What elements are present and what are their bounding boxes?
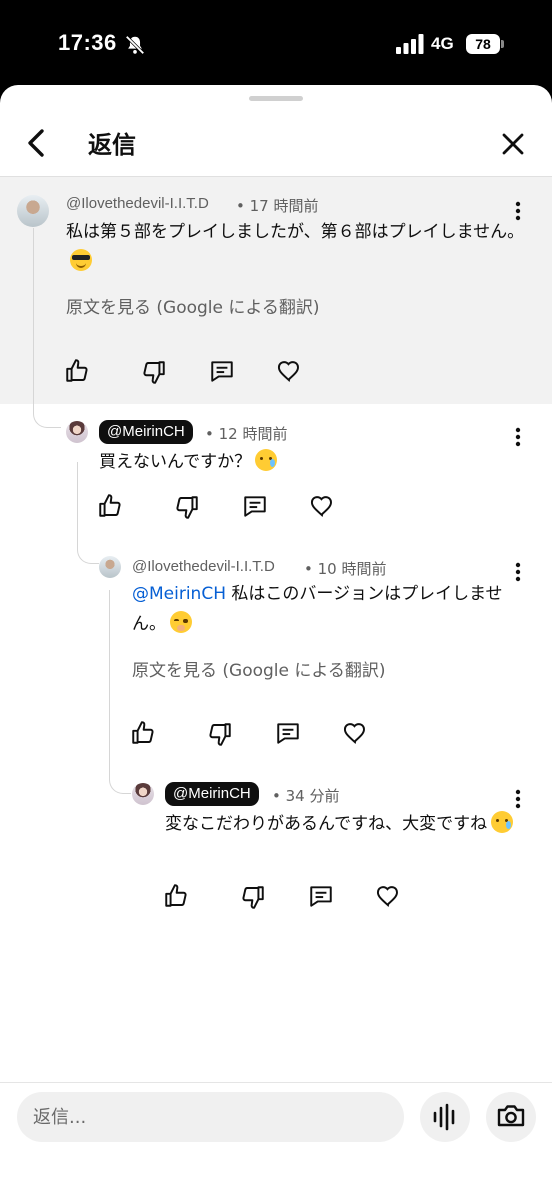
status-bar: 17:36 4G 78 xyxy=(0,0,552,88)
sunglasses-emoji-icon xyxy=(70,249,92,271)
comment-text: @MeirinCH 私はこのバージョンはプレイしません。 xyxy=(132,579,522,639)
chevron-left-icon[interactable] xyxy=(22,125,54,161)
see-original-link[interactable]: 原文を見る (Google による翻訳) xyxy=(132,656,386,681)
comment-author[interactable]: @Ilovethedevil-I.I.T.D xyxy=(132,558,275,575)
close-icon[interactable] xyxy=(498,129,528,159)
silent-bell-icon xyxy=(125,35,145,55)
voice-button[interactable] xyxy=(420,1092,470,1142)
comment-time: • 10 時間前 xyxy=(304,560,387,578)
reply-bar-divider xyxy=(0,1082,552,1083)
crying-emoji-icon xyxy=(491,811,514,833)
voice-icon xyxy=(433,1103,455,1131)
battery-tip xyxy=(501,40,504,48)
thread-line xyxy=(33,228,61,428)
avatar[interactable] xyxy=(17,195,49,227)
comment-icon[interactable] xyxy=(308,883,334,909)
thumbs-up-icon[interactable] xyxy=(64,358,90,384)
status-time: 17:36 xyxy=(58,30,117,55)
comment-author-badge[interactable]: @MeirinCH xyxy=(165,782,259,806)
comment-icon[interactable] xyxy=(209,358,235,384)
comment-icon[interactable] xyxy=(275,720,301,746)
camera-button[interactable] xyxy=(486,1092,536,1142)
page-title: 返信 xyxy=(88,131,136,159)
thumbs-down-icon[interactable] xyxy=(240,884,266,910)
thumbs-down-icon[interactable] xyxy=(174,494,200,520)
avatar[interactable] xyxy=(66,421,88,443)
comment-body: 変なこだわりがあるんですね、大変ですね xyxy=(165,814,488,834)
more-vert-icon[interactable] xyxy=(508,787,528,811)
comment-time: • 17 時間前 xyxy=(236,197,319,215)
comment-author[interactable]: @Ilovethedevil-I.I.T.D xyxy=(66,195,209,212)
camera-icon xyxy=(497,1105,525,1127)
heart-icon[interactable] xyxy=(342,720,368,746)
thumbs-up-icon[interactable] xyxy=(163,883,189,909)
heart-icon[interactable] xyxy=(309,493,335,519)
comment-body: 買えないんですか？ xyxy=(99,452,252,472)
replies-sheet: 返信 @Ilovethedevil-I.I.T.D • 17 時間前 私は第５部… xyxy=(0,85,552,1200)
thumbs-down-icon[interactable] xyxy=(207,721,233,747)
more-vert-icon[interactable] xyxy=(508,425,528,449)
comment-text: 私は第５部をプレイしましたが、第６部はプレイしません。 xyxy=(66,217,526,277)
see-original-link[interactable]: 原文を見る (Google による翻訳) xyxy=(66,293,320,318)
comment-text: 買えないんですか？ xyxy=(99,447,519,477)
hand-over-mouth-emoji-icon xyxy=(170,611,192,633)
avatar[interactable] xyxy=(132,783,154,805)
comment-time: • 12 時間前 xyxy=(205,425,288,443)
reply-input[interactable] xyxy=(17,1092,404,1142)
thread-line xyxy=(77,462,99,564)
comment-body: 私は第５部をプレイしましたが、第６部はプレイしません。 xyxy=(66,222,525,242)
sheet-grabber[interactable] xyxy=(249,96,303,101)
network-label: 4G xyxy=(431,34,454,53)
comment-time: • 34 分前 xyxy=(272,787,340,805)
comment-text: 変なこだわりがあるんですね、大変ですね xyxy=(165,809,515,839)
mention-link[interactable]: @MeirinCH xyxy=(132,584,226,604)
thread-line xyxy=(109,590,131,794)
comment-icon[interactable] xyxy=(242,493,268,519)
thumbs-up-icon[interactable] xyxy=(130,720,156,746)
avatar[interactable] xyxy=(99,556,121,578)
battery-indicator: 78 xyxy=(466,34,500,54)
thumbs-down-icon[interactable] xyxy=(141,359,167,385)
thumbs-up-icon[interactable] xyxy=(97,493,123,519)
signal-icon xyxy=(396,34,424,54)
comment-author-badge[interactable]: @MeirinCH xyxy=(99,420,193,444)
heart-icon[interactable] xyxy=(375,883,401,909)
heart-icon[interactable] xyxy=(276,358,302,384)
crying-emoji-icon xyxy=(255,449,278,471)
